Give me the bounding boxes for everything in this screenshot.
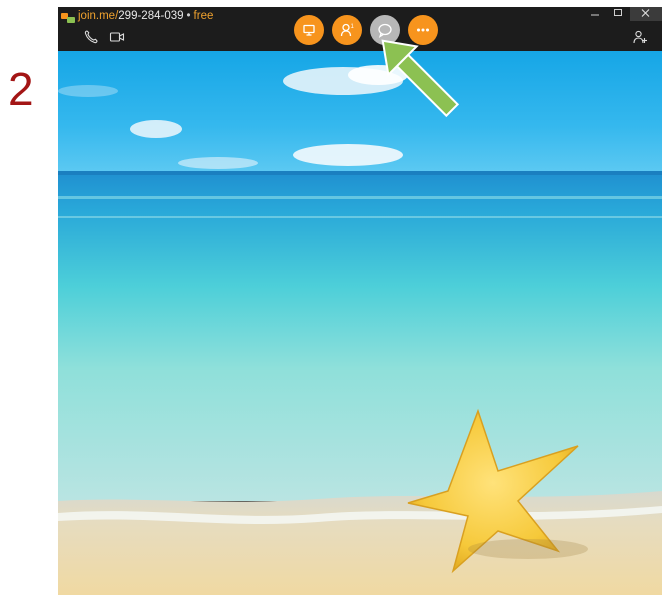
url-separator: • [186, 10, 191, 22]
svg-text:1: 1 [351, 24, 355, 30]
participants-button[interactable]: 1 [332, 15, 362, 45]
chat-button[interactable] [370, 15, 400, 45]
screen-share-button[interactable] [294, 15, 324, 45]
minimize-icon [591, 14, 599, 16]
close-icon [641, 9, 650, 17]
plan-label: free [193, 10, 214, 22]
video-camera-icon[interactable] [109, 29, 125, 45]
more-options-button[interactable] [408, 15, 438, 45]
participants-icon: 1 [340, 23, 355, 37]
beach-background-image [58, 51, 662, 595]
add-person-icon[interactable] [632, 29, 648, 45]
titlebar: join.me/299-284-039 • free 1 [58, 7, 662, 51]
screen-share-icon [303, 24, 315, 36]
joinme-logo-icon [61, 13, 75, 23]
minimize-button[interactable] [584, 7, 606, 21]
chat-bubble-icon [378, 23, 392, 38]
step-number: 2 [8, 63, 34, 115]
meeting-code: 299-284-039 [118, 10, 184, 22]
joinme-window: join.me/299-284-039 • free 1 [58, 7, 662, 595]
url-domain: join.me/ [78, 10, 119, 22]
maximize-button[interactable] [607, 7, 629, 21]
close-button[interactable] [630, 7, 662, 21]
maximize-icon [614, 9, 622, 16]
phone-icon[interactable] [83, 29, 99, 45]
more-options-icon [417, 28, 429, 32]
meeting-url: join.me/299-284-039 • free [78, 10, 213, 22]
